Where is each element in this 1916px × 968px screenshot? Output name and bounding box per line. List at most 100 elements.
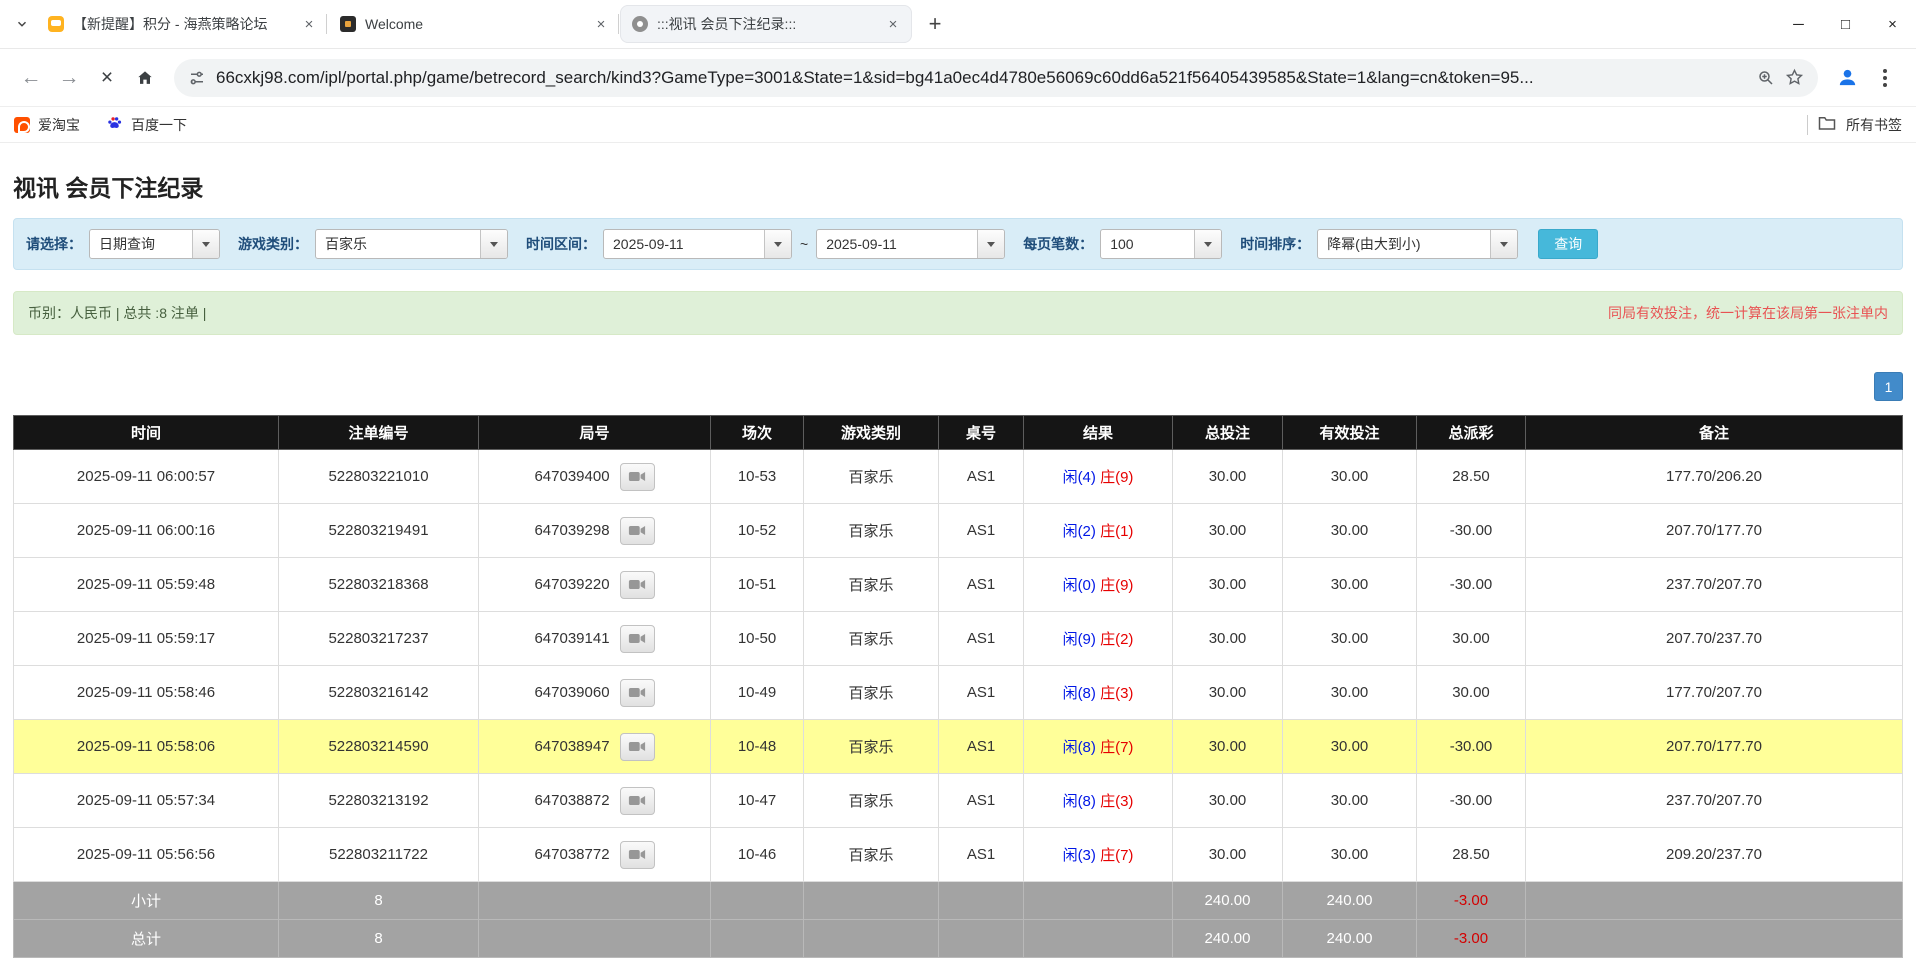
bookmark-star-icon[interactable]	[1785, 68, 1804, 87]
page-size-value[interactable]: 100	[1101, 230, 1194, 258]
video-replay-icon[interactable]	[620, 841, 655, 869]
column-header: 游戏类别	[804, 416, 939, 450]
date-to-dropdown[interactable]: 2025-09-11	[816, 229, 1005, 259]
dropdown-button[interactable]	[1490, 230, 1517, 258]
round-number: 647039220	[534, 575, 609, 592]
round-number: 647039400	[534, 467, 609, 484]
result-banker: 庄(7)	[1100, 847, 1133, 864]
total-bet-cell[interactable]: 30.00	[1173, 450, 1283, 504]
bet-id-cell: 522803214590	[279, 720, 479, 774]
result-player: 闲(3)	[1063, 847, 1096, 864]
time-cell: 2025-09-11 06:00:57	[14, 450, 279, 504]
total-bet-cell[interactable]: 30.00	[1173, 558, 1283, 612]
video-replay-icon[interactable]	[620, 517, 655, 545]
video-replay-icon[interactable]	[620, 463, 655, 491]
bet-id-cell: 522803217237	[279, 612, 479, 666]
table-no-cell: AS1	[939, 504, 1024, 558]
window-close-button[interactable]: ×	[1869, 0, 1916, 48]
round-number: 647038772	[534, 845, 609, 862]
result-player: 闲(9)	[1063, 631, 1096, 648]
video-replay-icon[interactable]	[620, 571, 655, 599]
result-cell: 闲(8) 庄(7)	[1024, 720, 1173, 774]
result-player: 闲(8)	[1063, 739, 1096, 756]
valid-bet-cell: 30.00	[1283, 450, 1417, 504]
empty-cell	[1024, 920, 1173, 958]
dropdown-button[interactable]	[480, 230, 507, 258]
query-button[interactable]: 查询	[1538, 229, 1598, 259]
page-content: 视讯 会员下注纪录 请选择： 日期查询 游戏类别： 百家乐 时间区间：	[0, 169, 1916, 958]
tab-close-icon[interactable]: ×	[592, 15, 610, 33]
forward-icon[interactable]: →	[52, 61, 86, 95]
game-type-dropdown[interactable]: 百家乐	[315, 229, 508, 259]
video-replay-icon[interactable]	[620, 733, 655, 761]
total-bet-cell[interactable]: 30.00	[1173, 612, 1283, 666]
dropdown-button[interactable]	[977, 230, 1004, 258]
table-no-cell: AS1	[939, 720, 1024, 774]
total-bet-cell[interactable]: 30.00	[1173, 720, 1283, 774]
page-button-1[interactable]: 1	[1874, 372, 1903, 401]
page-size-label: 每页笔数：	[1023, 234, 1093, 254]
back-icon[interactable]: ←	[14, 61, 48, 95]
tab-search-chevron-icon[interactable]	[8, 10, 36, 38]
chevron-down-icon	[1204, 242, 1212, 247]
tab-close-icon[interactable]: ×	[884, 15, 902, 33]
sort-value[interactable]: 降幂(由大到小)	[1318, 230, 1490, 258]
home-icon[interactable]	[128, 61, 162, 95]
video-replay-icon[interactable]	[620, 625, 655, 653]
dropdown-button[interactable]	[192, 230, 219, 258]
round-cell: 647039141	[479, 612, 711, 666]
stop-loading-icon[interactable]: ×	[90, 61, 124, 95]
empty-cell	[711, 882, 804, 920]
session-cell: 10-47	[711, 774, 804, 828]
video-replay-icon[interactable]	[620, 679, 655, 707]
sort-dropdown[interactable]: 降幂(由大到小)	[1317, 229, 1518, 259]
browser-tab-2[interactable]: Welcome ×	[328, 5, 620, 43]
date-from-dropdown[interactable]: 2025-09-11	[603, 229, 792, 259]
game-type-cell: 百家乐	[804, 504, 939, 558]
profile-icon[interactable]	[1830, 61, 1864, 95]
time-cell: 2025-09-11 05:57:34	[14, 774, 279, 828]
total-bet-cell[interactable]: 30.00	[1173, 828, 1283, 882]
empty-cell	[479, 882, 711, 920]
note-cell: 207.70/177.70	[1526, 720, 1903, 774]
total-bet-cell[interactable]: 30.00	[1173, 774, 1283, 828]
dropdown-button[interactable]	[764, 230, 791, 258]
date-from-value[interactable]: 2025-09-11	[604, 230, 764, 258]
total-bet-cell[interactable]: 30.00	[1173, 504, 1283, 558]
url-text[interactable]: 66cxkj98.com/ipl/portal.php/game/betreco…	[216, 68, 1747, 88]
site-settings-icon[interactable]	[188, 69, 206, 87]
game-type-value[interactable]: 百家乐	[316, 230, 480, 258]
page-size-dropdown[interactable]: 100	[1100, 229, 1222, 259]
dropdown-button[interactable]	[1194, 230, 1221, 258]
maximize-button[interactable]: □	[1822, 0, 1869, 48]
total-count-cell: 8	[279, 920, 479, 958]
browser-tab-3-active[interactable]: :::视讯 会员下注纪录::: ×	[620, 5, 912, 43]
all-bookmarks[interactable]: 所有书签	[1807, 115, 1902, 135]
minimize-button[interactable]: ─	[1775, 0, 1822, 48]
bookmark-baidu[interactable]: 百度一下	[106, 115, 187, 135]
bet-id-cell: 522803216142	[279, 666, 479, 720]
bookmark-taobao[interactable]: 爱淘宝	[14, 115, 80, 135]
tab-close-icon[interactable]: ×	[300, 15, 318, 33]
result-cell: 闲(4) 庄(9)	[1024, 450, 1173, 504]
column-header: 时间	[14, 416, 279, 450]
date-to-value[interactable]: 2025-09-11	[817, 230, 977, 258]
select-mode-value[interactable]: 日期查询	[90, 230, 192, 258]
window-controls: ─ □ ×	[1775, 0, 1916, 48]
browser-menu-icon[interactable]	[1868, 61, 1902, 95]
divider	[1807, 115, 1808, 135]
round-number: 647038872	[534, 791, 609, 808]
new-tab-button[interactable]: +	[920, 9, 950, 39]
zoom-icon[interactable]	[1757, 69, 1775, 87]
table-row: 2025-09-11 06:00:57522803221010647039400…	[14, 450, 1903, 504]
round-cell: 647039060	[479, 666, 711, 720]
url-bar[interactable]: 66cxkj98.com/ipl/portal.php/game/betreco…	[174, 59, 1818, 97]
payout-cell: 28.50	[1417, 828, 1526, 882]
game-type-cell: 百家乐	[804, 450, 939, 504]
pagination: 1	[13, 372, 1903, 401]
total-bet-cell[interactable]: 30.00	[1173, 666, 1283, 720]
browser-tab-1[interactable]: 【新提醒】积分 - 海燕策略论坛 ×	[36, 5, 328, 43]
video-replay-icon[interactable]	[620, 787, 655, 815]
select-mode-dropdown[interactable]: 日期查询	[89, 229, 220, 259]
session-cell: 10-52	[711, 504, 804, 558]
